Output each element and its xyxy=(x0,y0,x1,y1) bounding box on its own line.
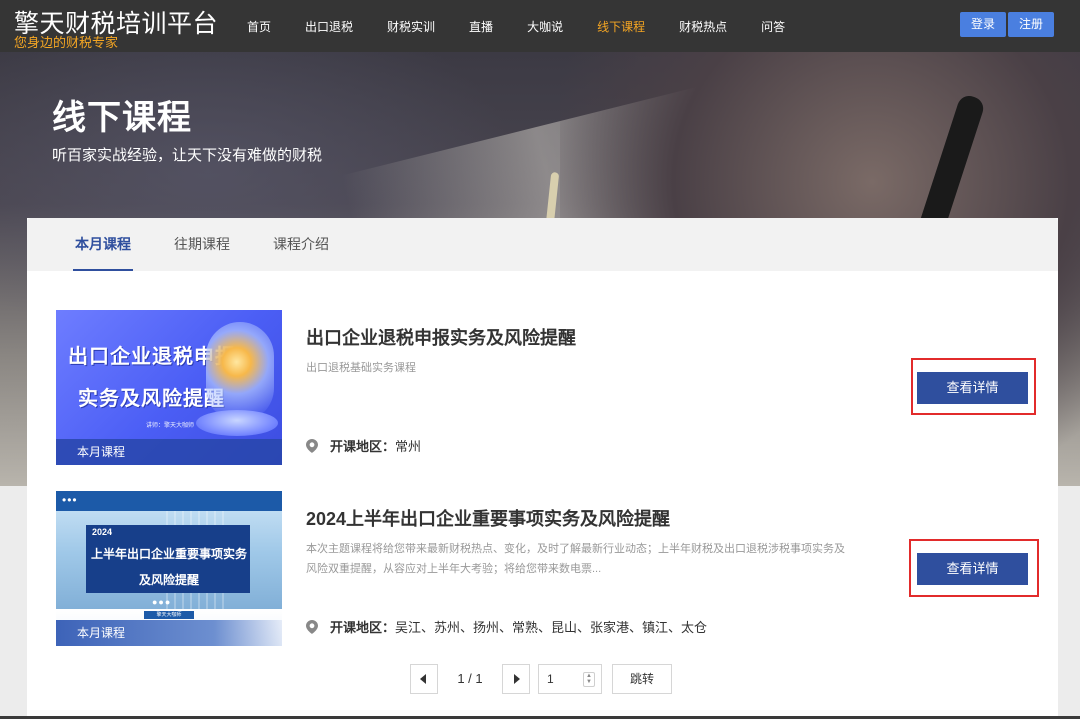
thumb-lecturer: 讲师：擎天大咖师 xyxy=(146,423,195,429)
hero-title: 线下课程 xyxy=(52,99,192,137)
region-label: 开课地区： xyxy=(330,620,396,635)
course-tabs: 本月课程 往期课程 课程介绍 xyxy=(27,218,1058,271)
view-details-button[interactable]: 查看详情 xyxy=(917,372,1028,404)
jump-button[interactable]: 跳转 xyxy=(612,663,672,694)
nav-item-live[interactable]: 直播 xyxy=(469,18,493,35)
login-button[interactable]: 登录 xyxy=(959,12,1006,37)
thumb-title-line2: 实务及风险提醒 xyxy=(78,388,225,410)
page-number-input[interactable] xyxy=(539,664,583,693)
course-item: 出口企业退税申报 实务及风险提醒 讲师：擎天大咖师 本月课程 出口企业退税申报实… xyxy=(27,310,1058,470)
lightbulb-globe-icon xyxy=(206,322,274,422)
nav-item-qa[interactable]: 问答 xyxy=(761,18,785,35)
prev-page-button[interactable] xyxy=(410,663,438,694)
nav-item-tax-hotspots[interactable]: 财税热点 xyxy=(679,18,727,35)
page-number-field: ▲▼ xyxy=(538,663,602,694)
thumb-title-line1: 上半年出口企业重要事项实务 xyxy=(90,547,247,561)
page-indicator: 1 / 1 xyxy=(457,671,483,686)
view-details-button[interactable]: 查看详情 xyxy=(917,553,1028,585)
tab-past-courses[interactable]: 往期课程 xyxy=(174,218,230,271)
course-list-card: 本月课程 往期课程 课程介绍 出口企业退税申报 实务及风险提醒 讲师：擎天大咖师… xyxy=(27,218,1058,719)
course-region: 开课地区： 吴江、苏州、扬州、常熟、昆山、张家港、镇江、太仓 xyxy=(306,617,707,636)
thumb-dots: ••• xyxy=(62,493,78,507)
course-title[interactable]: 出口企业退税申报实务及风险提醒 xyxy=(306,324,576,350)
pedestal-icon xyxy=(196,410,278,436)
thumb-lecturer: 擎天大咖师 xyxy=(144,611,194,619)
main-nav: 首页 出口退税 财税实训 直播 大咖说 线下课程 财税热点 问答 xyxy=(230,0,802,52)
thumb-top-band xyxy=(56,491,282,511)
auth-buttons: 登录 注册 xyxy=(958,12,1054,37)
course-description: 出口退税基础实务课程 xyxy=(306,362,416,374)
thumb-badge: 本月课程 xyxy=(56,439,282,465)
nav-item-expert-talk[interactable]: 大咖说 xyxy=(527,18,563,35)
region-value: 常州 xyxy=(395,439,422,454)
tab-this-month[interactable]: 本月课程 xyxy=(73,218,133,271)
tab-course-intro[interactable]: 课程介绍 xyxy=(273,218,329,271)
region-value: 吴江、苏州、扬州、常熟、昆山、张家港、镇江、太仓 xyxy=(395,620,708,635)
location-pin-icon xyxy=(306,438,318,453)
location-pin-icon xyxy=(306,619,318,634)
register-button[interactable]: 注册 xyxy=(1007,12,1054,37)
top-navbar: 擎天财税培训平台 您身边的财税专家 首页 出口退税 财税实训 直播 大咖说 线下… xyxy=(0,0,1080,52)
stepper-icon[interactable]: ▲ ▼ xyxy=(583,671,595,687)
region-label: 开课地区： xyxy=(330,439,396,454)
pagination: 1 / 1 ▲▼ 跳转 xyxy=(410,663,672,694)
brand-subtitle: 您身边的财税专家 xyxy=(14,35,119,50)
thumb-title-line2: 及风险提醒 xyxy=(138,573,199,587)
course-title[interactable]: 2024上半年出口企业重要事项实务及风险提醒 xyxy=(306,505,670,531)
course-item: ••• 2024 上半年出口企业重要事项实务 及风险提醒 ●●● 擎天大咖师 本… xyxy=(27,491,1058,651)
caret-left-icon xyxy=(420,673,426,684)
course-region: 开课地区： 常州 xyxy=(306,436,421,455)
next-page-button[interactable] xyxy=(502,663,530,694)
course-thumbnail[interactable]: ••• 2024 上半年出口企业重要事项实务 及风险提醒 ●●● 擎天大咖师 本… xyxy=(56,491,282,646)
nav-item-home[interactable]: 首页 xyxy=(247,18,271,35)
caret-right-icon xyxy=(514,673,520,684)
course-thumbnail[interactable]: 出口企业退税申报 实务及风险提醒 讲师：擎天大咖师 本月课程 xyxy=(56,310,282,465)
nav-item-export-tax-refund[interactable]: 出口退税 xyxy=(305,18,353,35)
thumb-year: 2024 xyxy=(92,527,113,537)
thumb-badge: 本月课程 xyxy=(56,620,282,646)
nav-item-tax-training[interactable]: 财税实训 xyxy=(387,18,435,35)
course-description: 本次主题课程将给您带来最新财税热点、变化，及时了解最新行业动态；上半年财税及出口… xyxy=(306,543,845,575)
thumb-pager-dots: ●●● xyxy=(152,597,172,607)
nav-item-offline-courses[interactable]: 线下课程 xyxy=(597,18,645,35)
hero-subtitle: 听百家实战经验，让天下没有难做的财税 xyxy=(52,147,323,164)
